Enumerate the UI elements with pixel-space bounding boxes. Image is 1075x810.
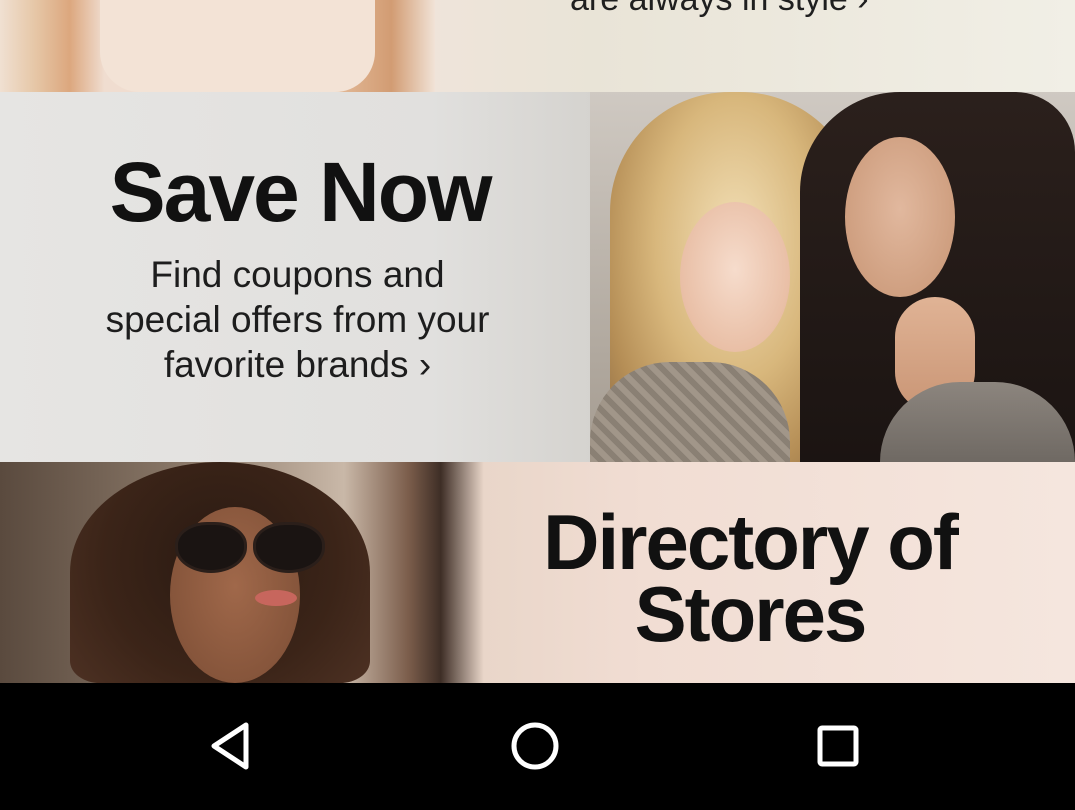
sunglasses-image (175, 522, 325, 573)
recents-button[interactable] (788, 711, 888, 781)
directory-title: Directory of Stores (470, 498, 1030, 658)
save-now-banner[interactable]: Save Now Find coupons and special offers… (0, 92, 1075, 462)
style-banner-text: are always in style › (570, 0, 869, 19)
home-button[interactable] (485, 711, 585, 781)
style-banner[interactable]: are always in style › (0, 0, 1075, 92)
save-now-subtitle-line: special offers from your (105, 299, 490, 340)
save-now-title: Save Now (109, 145, 493, 239)
model-photo (0, 0, 435, 92)
directory-banner[interactable]: Directory of Stores (0, 462, 1075, 683)
model-lips (255, 590, 297, 606)
save-now-subtitle-line: favorite brands › (163, 344, 432, 385)
save-now-subtitle: Find coupons and special offers from you… (60, 252, 535, 387)
directory-title-line: Directory of (543, 498, 959, 586)
model-dark-face (845, 137, 955, 297)
system-navigation-bar (0, 683, 1075, 810)
home-circle-icon (511, 722, 559, 770)
recents-square-icon (817, 725, 859, 767)
save-now-subtitle-line: Find coupons and (150, 254, 445, 295)
directory-title-line: Stores (634, 570, 868, 658)
back-triangle-icon (211, 722, 249, 770)
back-button[interactable] (182, 711, 282, 781)
model-blonde-face (680, 202, 790, 352)
